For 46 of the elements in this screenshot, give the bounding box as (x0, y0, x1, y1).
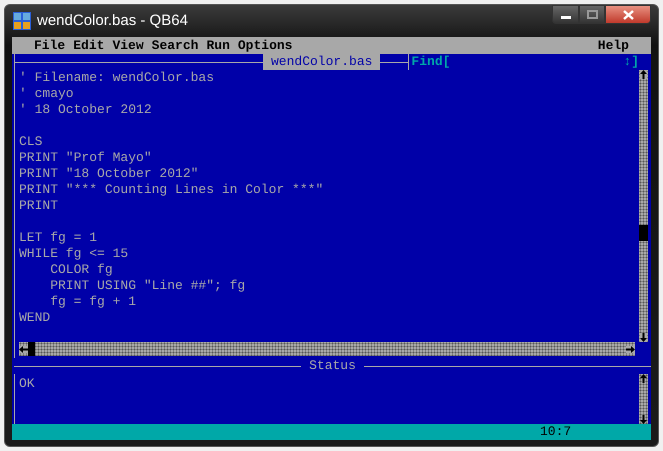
menu-item[interactable]: Help (598, 38, 629, 54)
down-arrow-icon[interactable] (640, 415, 647, 424)
maximize-icon (586, 10, 598, 19)
code-line: PRINT "18 October 2012" (19, 166, 200, 182)
status-title: Status (308, 358, 357, 374)
scrollbar-thumb[interactable] (28, 342, 35, 356)
code-line: PRINT USING "Line ##"; fg (49, 278, 246, 294)
find-field-end: ↕] (623, 54, 639, 70)
menu-item[interactable]: View (112, 38, 144, 54)
left-arrow-icon[interactable] (19, 346, 28, 352)
close-icon (622, 10, 634, 20)
minimize-icon (560, 16, 570, 19)
app-logo-icon (13, 12, 31, 30)
menu-item[interactable]: Edit (73, 38, 104, 54)
code-line: ' cmayo (19, 86, 75, 102)
close-button[interactable] (605, 5, 651, 24)
up-arrow-icon[interactable] (640, 70, 647, 79)
horizontal-scrollbar[interactable] (19, 342, 635, 356)
code-line: WHILE fg <= 15 (19, 246, 130, 262)
code-line: PRINT (19, 198, 60, 214)
code-line: ' 18 October 2012 (19, 102, 153, 118)
code-line: LET fg = 1 (19, 230, 98, 246)
down-arrow-icon[interactable] (640, 333, 647, 342)
code-line: ' Filename: wendColor.bas (19, 70, 216, 86)
menu-item[interactable]: Run (206, 38, 230, 54)
code-line: PRINT "Prof Mayo" (19, 150, 153, 166)
menu-item[interactable]: Search (152, 38, 198, 54)
vertical-scrollbar[interactable] (639, 70, 648, 342)
right-arrow-icon[interactable] (626, 346, 635, 352)
vertical-scrollbar[interactable] (639, 374, 648, 424)
window-title: wendColor.bas - QB64 (37, 10, 188, 31)
code-line: CLS (19, 134, 44, 150)
menu-item[interactable]: Options (238, 38, 292, 54)
editor-title: wendColor.bas (263, 54, 380, 70)
code-line: COLOR fg (49, 262, 114, 278)
status-message: OK (18, 375, 36, 393)
menu-item[interactable]: File (34, 38, 66, 54)
code-line: fg = fg + 1 (49, 294, 138, 310)
find-field[interactable]: Find[ (411, 54, 450, 70)
scrollbar-thumb[interactable] (639, 225, 648, 241)
minimize-button[interactable] (552, 5, 579, 24)
maximize-button[interactable] (579, 5, 605, 24)
up-arrow-icon[interactable] (640, 374, 647, 383)
code-line: WEND (19, 310, 52, 326)
cursor-position: 10:7 (540, 424, 572, 440)
code-line: PRINT "*** Counting Lines in Color ***" (19, 182, 324, 198)
